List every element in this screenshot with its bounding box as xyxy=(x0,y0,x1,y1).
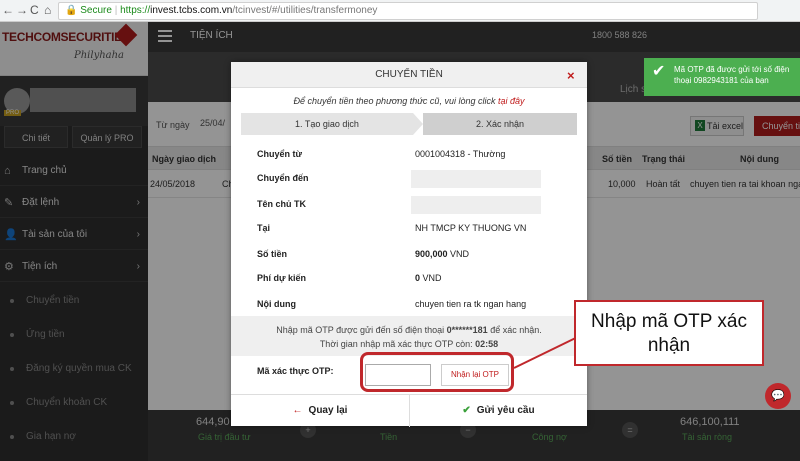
close-icon[interactable]: × xyxy=(567,68,575,83)
check-icon: ✔ xyxy=(462,405,471,416)
otp-highlight-frame xyxy=(360,352,514,392)
submit-request-button[interactable]: ✔ Gửi yêu cầu xyxy=(409,395,587,427)
step-arrow-icon xyxy=(413,113,423,135)
legacy-method-note: Để chuyển tiền theo phương thức cũ, vui … xyxy=(231,96,587,106)
amount-unit: VND xyxy=(447,249,470,259)
otp-sent-toast: ✔ Mã OTP đã được gửi tới số điện thoại 0… xyxy=(644,58,800,96)
chat-icon[interactable]: 💬 xyxy=(765,383,791,409)
field-amount: Số tiền 900,000 VND xyxy=(257,246,567,264)
home-icon[interactable]: ⌂ xyxy=(44,3,51,17)
field-label: Tại xyxy=(257,223,271,233)
field-value: chuyen tien ra tk ngan hang xyxy=(415,299,527,309)
redacted-value xyxy=(411,196,541,214)
field-bank: Tại NH TMCP KY THUONG VN xyxy=(257,220,567,238)
step-indicator: 1. Tạo giao dịch 2. Xác nhận xyxy=(241,113,577,135)
forward-icon[interactable]: → xyxy=(16,3,28,17)
field-to-account: Chuyển đến xyxy=(257,170,567,188)
step-create-transaction: 1. Tạo giao dịch xyxy=(241,113,413,135)
arrow-left-icon: ← xyxy=(292,405,303,416)
reload-icon[interactable]: C xyxy=(30,3,39,17)
field-from-account: Chuyển từ 0001004318 - Thường xyxy=(257,146,567,164)
step-confirm: 2. Xác nhận xyxy=(423,113,577,135)
legacy-method-link[interactable]: tại đây xyxy=(498,96,525,106)
otp-countdown: 02:58 xyxy=(475,339,499,349)
browser-toolbar: ← → C ⌂ 🔒 Secure | https://invest.tcbs.c… xyxy=(0,0,800,22)
field-account-holder: Tên chủ TK xyxy=(257,196,567,214)
field-value: 0 VND xyxy=(415,273,442,283)
field-fee: Phí dự kiến 0 VND xyxy=(257,270,567,288)
back-icon[interactable]: ← xyxy=(2,3,14,17)
otp-callout: Nhập mã OTP xác nhận xyxy=(574,300,764,366)
back-button[interactable]: ← Quay lại xyxy=(231,395,409,427)
address-bar[interactable]: 🔒 Secure | https://invest.tcbs.com.vn/tc… xyxy=(58,2,758,20)
url-path: /tcinvest/#/utilities/transfermoney xyxy=(232,5,378,16)
button-label: Gửi yêu cầu xyxy=(476,405,535,416)
url-scheme: https:// xyxy=(120,5,151,16)
field-label: Nội dung xyxy=(257,299,296,309)
field-label: Chuyển từ xyxy=(257,149,303,159)
otp-phone: 0******181 xyxy=(446,325,488,335)
toast-message: Mã OTP đã được gửi tới số điện thoại 098… xyxy=(674,65,790,85)
field-value: 0001004318 - Thường xyxy=(415,149,506,159)
redacted-value xyxy=(411,170,541,188)
fee-unit: VND xyxy=(420,273,442,283)
field-value: NH TMCP KY THUONG VN xyxy=(415,223,527,233)
url-host: invest.tcbs.com.vn xyxy=(150,5,233,16)
field-label: Chuyển đến xyxy=(257,173,309,183)
field-label: Số tiền xyxy=(257,249,288,259)
secure-label: Secure xyxy=(80,5,112,16)
check-icon: ✔ xyxy=(652,63,666,80)
field-label: Tên chủ TK xyxy=(257,199,306,209)
note-text: Để chuyển tiền theo phương thức cũ, vui … xyxy=(293,96,498,106)
otp-info-box: Nhập mã OTP được gửi đến số điện thoại 0… xyxy=(231,316,587,356)
otp-timer-text: Thời gian nhập mã xác thực OTP còn: xyxy=(319,339,476,349)
otp-timer-message: Thời gian nhập mã xác thực OTP còn: 02:5… xyxy=(231,337,587,351)
otp-info-text: để xác nhận. xyxy=(487,325,542,335)
otp-label: Mã xác thực OTP: xyxy=(257,366,334,376)
amount-number: 900,000 xyxy=(415,249,448,259)
lock-icon: 🔒 xyxy=(65,5,78,16)
otp-sent-message: Nhập mã OTP được gửi đến số điện thoại 0… xyxy=(231,323,587,337)
modal-actions: ← Quay lại ✔ Gửi yêu cầu xyxy=(231,394,587,427)
modal-title: CHUYỂN TIỀN xyxy=(231,62,587,88)
field-content: Nội dung chuyen tien ra tk ngan hang xyxy=(257,296,567,314)
button-label: Quay lại xyxy=(308,405,348,416)
field-label: Phí dự kiến xyxy=(257,273,307,283)
field-value: 900,000 VND xyxy=(415,249,469,259)
otp-info-text: Nhập mã OTP được gửi đến số điện thoại xyxy=(276,325,447,335)
